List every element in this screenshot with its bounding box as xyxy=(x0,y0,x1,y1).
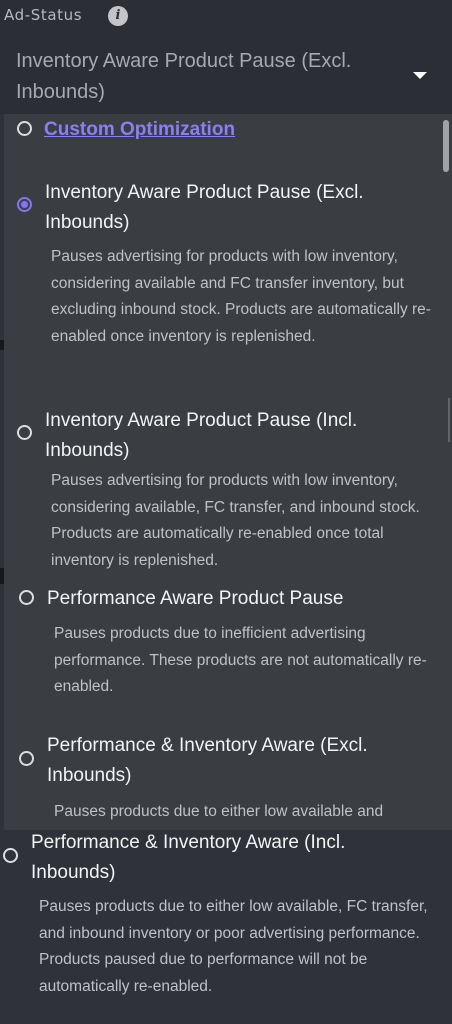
scrollbar-track-mark xyxy=(448,398,450,442)
radio-custom-optimization[interactable] xyxy=(17,121,32,136)
option-title-inventory-pause-incl[interactable]: Inventory Aware Product Pause (Incl. Inb… xyxy=(45,406,405,466)
option-title-custom-optimization[interactable]: Custom Optimization xyxy=(44,115,235,145)
scrollbar-thumb[interactable] xyxy=(443,120,449,172)
option-title-inventory-pause-excl[interactable]: Inventory Aware Product Pause (Excl. Inb… xyxy=(45,178,405,238)
info-icon[interactable]: i xyxy=(108,6,128,26)
radio-inventory-pause-incl[interactable] xyxy=(17,425,32,440)
radio-performance-pause[interactable] xyxy=(19,590,34,605)
option-description: Pauses advertising for products with low… xyxy=(51,472,420,569)
status-select[interactable]: Inventory Aware Product Pause (Excl. Inb… xyxy=(16,46,386,108)
option-title-performance-inventory-excl[interactable]: Performance & Inventory Aware (Excl. Inb… xyxy=(47,731,427,791)
chevron-down-icon[interactable] xyxy=(413,72,427,79)
option-description: Pauses advertising for products with low… xyxy=(51,248,431,345)
ad-status-field: Ad-Status i Inventory Aware Product Paus… xyxy=(0,0,452,114)
option-description: Pauses products due to either low availa… xyxy=(54,803,384,820)
radio-performance-inventory-excl[interactable] xyxy=(19,751,34,766)
option-description: Pauses products due to either low availa… xyxy=(39,898,428,995)
option-title-performance-pause[interactable]: Performance Aware Product Pause xyxy=(47,584,427,614)
option-title-performance-inventory-incl[interactable]: Performance & Inventory Aware (Incl. Inb… xyxy=(31,828,421,888)
field-label: Ad-Status xyxy=(4,6,83,24)
option-description: Pauses products due to inefficient adver… xyxy=(54,625,427,695)
radio-inventory-pause-excl[interactable] xyxy=(17,197,32,212)
radio-performance-inventory-incl[interactable] xyxy=(3,848,18,863)
